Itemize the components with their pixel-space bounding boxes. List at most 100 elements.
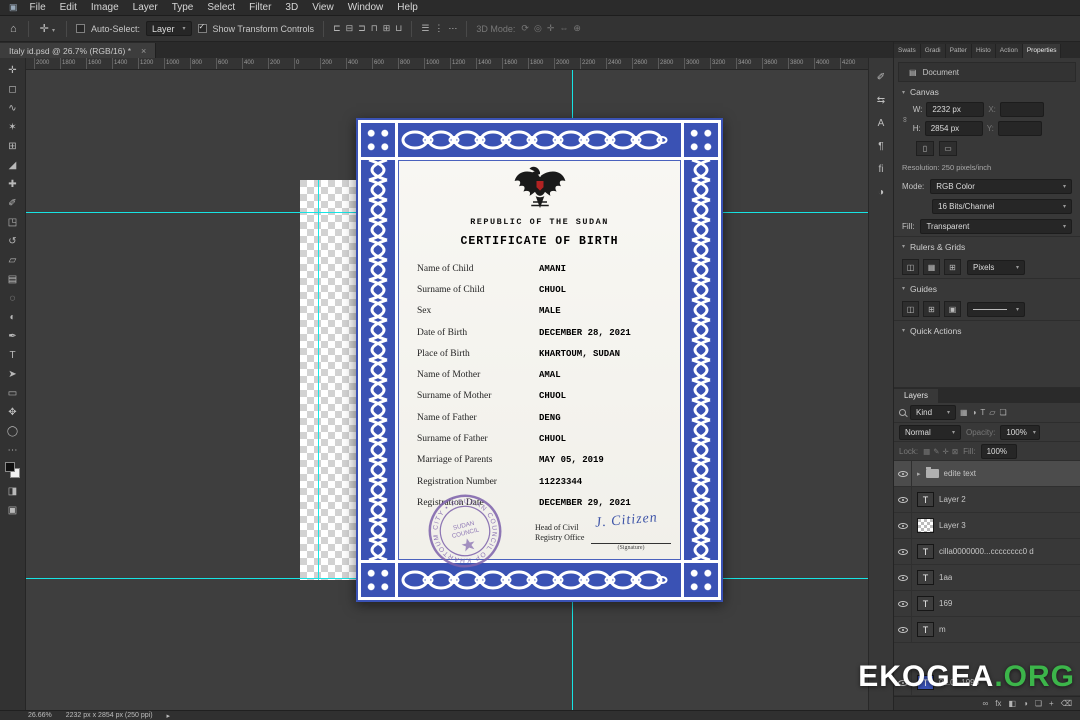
eraser-tool[interactable]: ▱ <box>2 251 24 270</box>
filter-kind-dropdown[interactable]: Kind ▾ <box>910 405 956 420</box>
clone-stamp-tool[interactable]: ◳ <box>2 213 24 232</box>
menu-type[interactable]: Type <box>165 0 201 16</box>
layer-thumbnail[interactable] <box>917 518 934 533</box>
canvas-y-field[interactable] <box>997 121 1042 136</box>
align-middle-icon[interactable]: ⊞ <box>383 23 391 34</box>
adjustment-layer-icon[interactable]: ◑ <box>1023 699 1028 708</box>
brushes-panel-icon[interactable]: ✐ <box>877 70 885 84</box>
zoom-tool[interactable]: ◯ <box>2 422 24 441</box>
filter-pixel-icon[interactable]: ▦ <box>960 408 968 417</box>
guide-style-dropdown[interactable]: ▾ <box>967 301 1025 317</box>
menu-window[interactable]: Window <box>341 0 391 16</box>
guide-vertical-left[interactable] <box>318 180 319 580</box>
layer-row[interactable]: Tcilla0000000...cccccccc0 d <box>894 539 1080 565</box>
panel-tab-patter[interactable]: Patter <box>945 44 972 58</box>
canvas-fill-dropdown[interactable]: Transparent ▾ <box>920 218 1072 234</box>
canvas-area[interactable]: 2000 1800 1600 1400 1200 1000 800 600 400 200 0 200… <box>26 58 868 710</box>
canvas-section-header[interactable]: ▾ Canvas <box>894 82 1080 102</box>
new-guide-icon[interactable]: ◫ <box>902 301 919 317</box>
move-tool[interactable]: ✛ <box>2 61 24 80</box>
guide-layout-icon[interactable]: ⊞ <box>923 301 940 317</box>
panel-tab-properties[interactable]: Properties <box>1022 44 1062 58</box>
panel-tab-swats[interactable]: Swats <box>894 44 921 58</box>
hand-tool[interactable]: ✥ <box>2 403 24 422</box>
menu-3d[interactable]: 3D <box>278 0 305 16</box>
3d-pan-icon[interactable]: ✛ <box>547 23 555 34</box>
blur-tool[interactable]: ◌ <box>2 289 24 308</box>
canvas-width-field[interactable]: 2232 px <box>926 102 985 117</box>
paragraph-panel-icon[interactable]: ¶ <box>878 139 883 153</box>
home-icon[interactable]: ⌂ <box>8 23 19 35</box>
screen-mode-icon[interactable]: ▣ <box>2 501 24 520</box>
3d-slide-icon[interactable]: ⇔ <box>559 23 568 34</box>
viewport[interactable]: REPUBLIC OF THE SUDAN CERTIFICATE OF BIR… <box>26 70 868 710</box>
color-mode-dropdown[interactable]: RGB Color ▾ <box>930 178 1072 194</box>
visibility-toggle[interactable] <box>894 461 912 486</box>
crop-tool[interactable]: ⊞ <box>2 137 24 156</box>
filter-shape-icon[interactable]: ▱ <box>989 408 995 417</box>
canvas-height-field[interactable]: 2854 px <box>924 121 983 136</box>
layer-thumbnail[interactable]: T <box>917 492 934 507</box>
auto-select-dropdown[interactable]: Layer ▾ <box>145 21 192 36</box>
lock-all-icon[interactable]: ⊠ <box>952 447 958 456</box>
menu-layer[interactable]: Layer <box>126 0 165 16</box>
grid-units-dropdown[interactable]: Pixels ▾ <box>967 259 1025 275</box>
document-tab[interactable]: Italy id.psd @ 26.7% (RGB/16) * × <box>0 43 157 58</box>
landscape-orientation-icon[interactable]: ▭ <box>939 141 957 156</box>
close-icon[interactable]: × <box>141 46 146 56</box>
delete-layer-icon[interactable]: ⌫ <box>1061 699 1072 708</box>
path-selection-tool[interactable]: ➤ <box>2 365 24 384</box>
history-brush-tool[interactable]: ↺ <box>2 232 24 251</box>
menu-help[interactable]: Help <box>390 0 425 16</box>
layer-thumbnail[interactable]: T <box>917 622 934 637</box>
snap-toggle-icon[interactable]: ⊞ <box>944 259 961 275</box>
visibility-toggle[interactable] <box>894 539 912 564</box>
align-top-icon[interactable]: ⊓ <box>371 23 378 34</box>
lasso-tool[interactable]: ∿ <box>2 99 24 118</box>
status-caret-icon[interactable]: ▸ <box>167 712 171 720</box>
more-options-icon[interactable]: ⋯ <box>448 23 457 34</box>
opacity-field[interactable]: 100% ▾ <box>1000 424 1041 440</box>
gradient-tool[interactable]: ▤ <box>2 270 24 289</box>
menu-file[interactable]: File <box>23 0 53 16</box>
panel-tab-histo[interactable]: Histo <box>971 44 996 58</box>
menu-view[interactable]: View <box>305 0 341 16</box>
glyphs-panel-icon[interactable]: fi <box>878 162 883 176</box>
layer-thumbnail[interactable]: T <box>917 570 934 585</box>
lock-move-icon[interactable]: ✛ <box>943 447 949 456</box>
brush-tool[interactable]: ✐ <box>2 194 24 213</box>
distribute-vertical-icon[interactable]: ☰ <box>421 23 429 34</box>
character-panel-icon[interactable]: A <box>878 116 885 130</box>
adjustments-panel-icon[interactable]: ◑ <box>878 185 884 199</box>
dodge-tool[interactable]: ◐ <box>2 308 24 327</box>
auto-select-checkbox[interactable] <box>75 24 85 33</box>
layer-row[interactable]: T 1aa <box>894 565 1080 591</box>
lock-paint-icon[interactable]: ✎ <box>933 447 939 456</box>
layer-fill-field[interactable]: 100% <box>980 443 1017 459</box>
layer-row[interactable]: ▸ edite text <box>894 461 1080 487</box>
visibility-toggle[interactable] <box>894 565 912 590</box>
shape-tool[interactable]: ▭ <box>2 384 24 403</box>
layer-row[interactable]: Tm <box>894 617 1080 643</box>
edit-toolbar-icon[interactable]: ⋯ <box>2 441 24 460</box>
align-bottom-icon[interactable]: ⊔ <box>395 23 402 34</box>
visibility-toggle[interactable] <box>894 617 912 642</box>
align-left-icon[interactable]: ⊏ <box>333 23 341 34</box>
canvas-x-field[interactable] <box>999 102 1044 117</box>
align-center-h-icon[interactable]: ⊟ <box>346 23 354 34</box>
bit-depth-dropdown[interactable]: 16 Bits/Channel ▾ <box>932 198 1072 214</box>
panel-tab-gradi[interactable]: Gradi <box>920 44 946 58</box>
wh-link-icon[interactable]: ∞ <box>900 116 909 122</box>
visibility-toggle[interactable] <box>894 487 912 512</box>
filter-smart-icon[interactable]: ❏ <box>999 408 1006 417</box>
layer-group-icon[interactable]: ❏ <box>1035 699 1042 708</box>
panel-tab-action[interactable]: Action <box>995 44 1023 58</box>
align-right-icon[interactable]: ⊐ <box>358 23 366 34</box>
move-tool-preset-icon[interactable]: ✛ ▾ <box>38 22 57 35</box>
visibility-toggle[interactable] <box>894 513 912 538</box>
blend-mode-dropdown[interactable]: Normal ▾ <box>899 424 961 440</box>
visibility-toggle[interactable] <box>894 591 912 616</box>
new-layer-icon[interactable]: + <box>1049 699 1054 708</box>
menu-edit[interactable]: Edit <box>53 0 84 16</box>
portrait-orientation-icon[interactable]: ▯ <box>916 141 934 156</box>
